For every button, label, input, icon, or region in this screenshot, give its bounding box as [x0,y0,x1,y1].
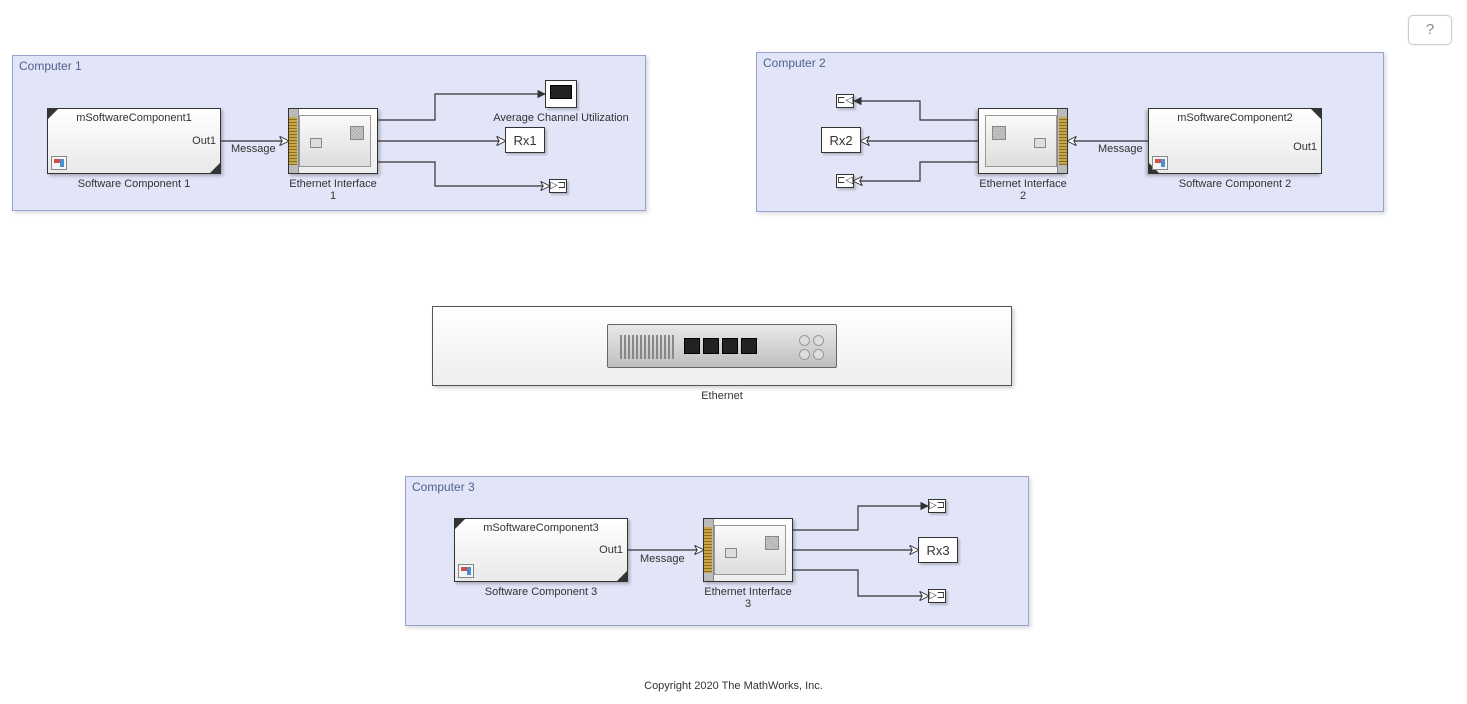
port-label: Out1 [1293,141,1317,153]
terminator-block[interactable]: ▷⊐ [928,589,946,603]
copyright-text: Copyright 2020 The MathWorks, Inc. [0,680,1467,692]
block-label: Ethernet Interface 3 [703,586,793,610]
help-button[interactable]: ? [1408,15,1452,45]
model-reference-icon [458,564,474,578]
area-title: Computer 1 [19,59,82,73]
block-label: Ethernet [432,390,1012,402]
terminator-block[interactable]: ⊏◁ [836,174,854,188]
port-label: Out1 [192,135,216,147]
software-component-1[interactable]: mSoftwareComponent1 Out1 Software Compon… [47,108,221,174]
terminator-icon: ⊏◁ [837,96,853,106]
terminator-icon: ⊏◁ [837,176,853,186]
ethernet-block[interactable]: Ethernet [432,306,1012,386]
area-title: Computer 3 [412,480,475,494]
block-label: Software Component 1 [47,178,221,190]
model-reference-icon [51,156,67,170]
signal-label: Message [1098,143,1143,155]
ethernet-interface-2[interactable]: Ethernet Interface 2 [978,108,1068,174]
port-label: Out1 [599,544,623,556]
block-name: mSoftwareComponent3 [455,522,627,534]
area-title: Computer 2 [763,56,826,70]
terminator-icon: ▷⊐ [550,181,566,191]
block-label: Average Channel Utilization [475,112,647,124]
ethernet-interface-1[interactable]: Ethernet Interface 1 [288,108,378,174]
terminator-icon: ▷⊐ [929,591,945,601]
rx-text: Rx1 [513,133,536,148]
block-label: Ethernet Interface 2 [978,178,1068,202]
block-label: Software Component 3 [454,586,628,598]
rx3-block[interactable]: Rx3 [918,537,958,563]
signal-label: Message [231,143,276,155]
signal-label: Message [640,553,685,565]
terminator-block[interactable]: ⊏◁ [836,94,854,108]
ethernet-interface-3[interactable]: Ethernet Interface 3 [703,518,793,582]
terminator-icon: ▷⊐ [929,501,945,511]
terminator-block[interactable]: ▷⊐ [549,179,567,193]
software-component-3[interactable]: mSoftwareComponent3 Out1 Software Compon… [454,518,628,582]
block-label: Software Component 2 [1148,178,1322,190]
rx-text: Rx3 [926,543,949,558]
block-label: Ethernet Interface 1 [288,178,378,202]
scope-block[interactable]: Average Channel Utilization [545,80,577,108]
model-reference-icon [1152,156,1168,170]
software-component-2[interactable]: mSoftwareComponent2 Out1 Software Compon… [1148,108,1322,174]
rx2-block[interactable]: Rx2 [821,127,861,153]
rx1-block[interactable]: Rx1 [505,127,545,153]
terminator-block[interactable]: ▷⊐ [928,499,946,513]
block-name: mSoftwareComponent2 [1149,112,1321,124]
rx-text: Rx2 [829,133,852,148]
block-name: mSoftwareComponent1 [48,112,220,124]
